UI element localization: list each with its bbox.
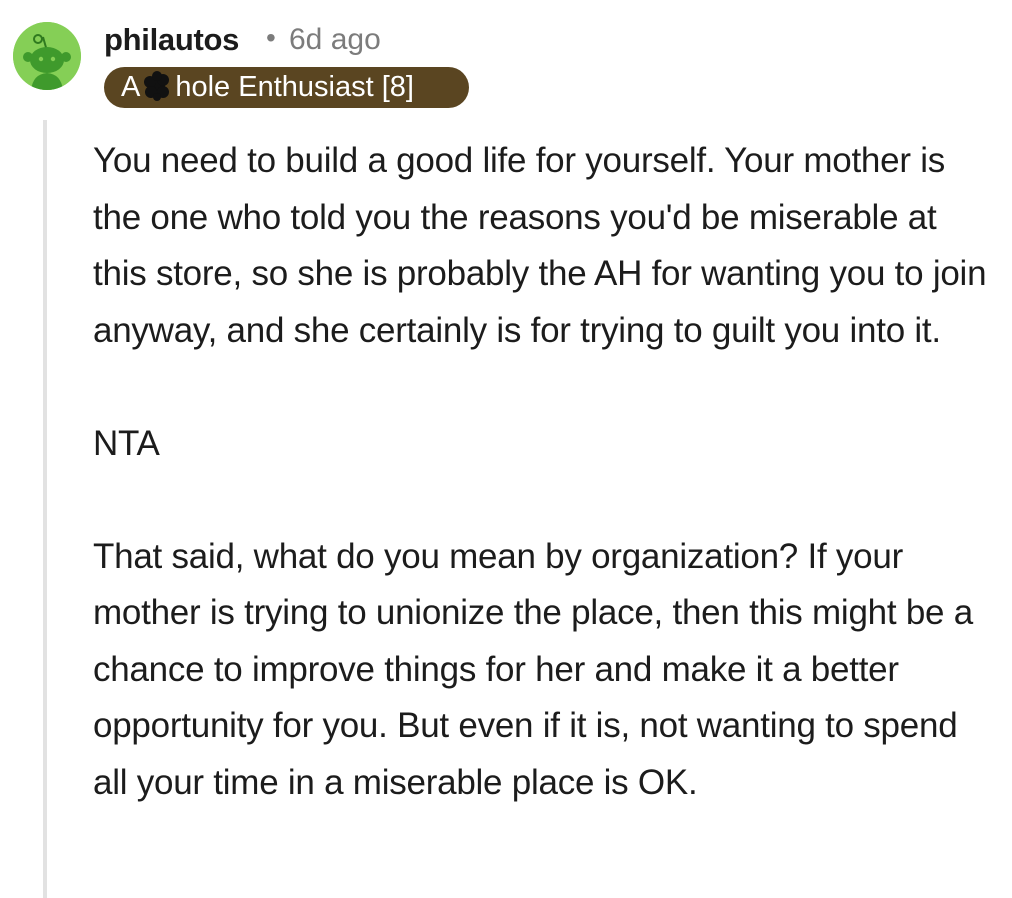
username-link[interactable]: philautos (104, 22, 239, 58)
comment-paragraph: You need to build a good life for yourse… (93, 141, 987, 350)
user-flair-badge: A hole Enthusiast [8] (104, 67, 469, 108)
comment-paragraph: NTA (93, 423, 160, 463)
comment-timestamp[interactable]: 6d ago (289, 23, 381, 57)
snoo-avatar-icon[interactable] (13, 22, 81, 90)
flair-text-end: hole Enthusiast [8] (175, 71, 414, 103)
comment-body: You need to build a good life for yourse… (93, 133, 998, 811)
comment-paragraph: That said, what do you mean by organizat… (93, 536, 973, 802)
comment: philautos • 6d ago A hole Enthusiast [8]… (0, 0, 1012, 898)
censor-blot-icon (141, 70, 173, 102)
thread-collapse-line[interactable] (43, 120, 47, 898)
flair-text-start: A (121, 71, 141, 103)
meta-separator: • (266, 22, 276, 53)
